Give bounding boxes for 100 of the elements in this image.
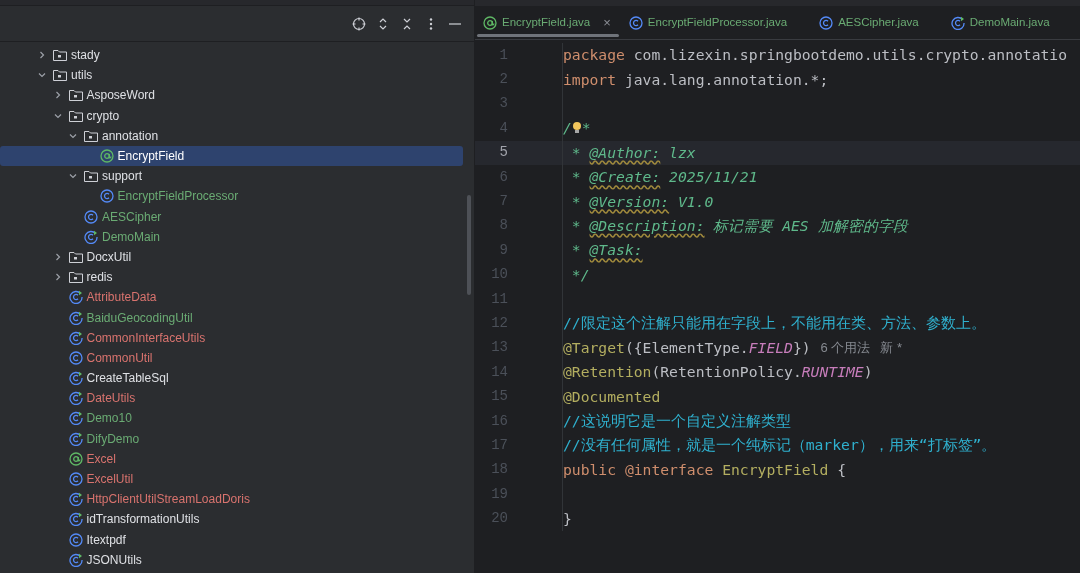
code-token: ) (863, 362, 873, 383)
tree-item-label: idTransformationUtils (86, 511, 200, 529)
editor-tab[interactable]: AESCipher.java (811, 6, 943, 39)
at-sign-icon (483, 15, 497, 30)
tree-row[interactable]: Itextpdf (0, 529, 474, 550)
tree-row[interactable]: stady (0, 45, 474, 66)
tree-item-label: annotation (102, 127, 159, 145)
runnable-class-icon (68, 411, 83, 426)
tree-item-label: BaiduGeocodingUtil (86, 309, 193, 327)
code-token: * (570, 215, 582, 236)
code-token: 2025/11/21 (668, 167, 758, 188)
tree-row[interactable]: redis (0, 267, 474, 288)
tree-item-label: Demo10 (86, 410, 132, 428)
code-token: //没有任何属性，就是一个纯标记（marker），用来“打标签”。 (563, 435, 997, 456)
at-sign-icon (68, 451, 83, 466)
code-token: package (563, 45, 625, 66)
at-sign-icon (99, 149, 114, 164)
tree-row[interactable]: ExcelUtil (0, 468, 474, 490)
tree-row[interactable]: idTransformationUtils (0, 509, 474, 530)
tree-row[interactable]: annotation (0, 125, 474, 146)
editor-tab[interactable]: EncryptFieldProcessor.java (620, 6, 812, 39)
tree-row[interactable]: JSONUtils (0, 549, 474, 570)
class-icon (99, 189, 114, 204)
runnable-class-icon (68, 290, 83, 305)
code-token: V1.0 (676, 191, 714, 212)
folder-icon (68, 89, 83, 102)
tree-item-label: redis (86, 269, 113, 287)
tree-row[interactable]: AsposeWord (0, 85, 474, 106)
tree-row[interactable]: AttributeData (0, 287, 474, 308)
folder-icon (53, 69, 67, 82)
code-token: }) (792, 337, 811, 358)
runnable-class-icon (950, 15, 965, 30)
runnable-class-icon (68, 330, 83, 345)
code-token: ({ElementType. (624, 337, 749, 358)
tree-row[interactable]: DifyDemo (0, 428, 474, 449)
code-token: 标记需要 AES 加解密的字段 (712, 215, 908, 236)
tree-row[interactable]: HttpClientUtilStreamLoadDoris (0, 489, 474, 510)
lightbulb-icon[interactable] (571, 121, 582, 136)
code-token: { (836, 459, 846, 480)
runnable-class-icon (68, 371, 83, 386)
code-token: @Description: (589, 215, 705, 236)
line-number: 5 (498, 143, 508, 163)
code-token: //这说明它是一个自定义注解类型 (563, 411, 791, 432)
tree-row[interactable]: crypto (0, 105, 474, 126)
code-token: //限定这个注解只能用在字段上，不能用在类、方法、参数上。 (563, 313, 986, 334)
editor-tab[interactable]: EncryptField.java × (475, 6, 621, 39)
runnable-class-icon (68, 391, 83, 406)
tree-row[interactable]: EncryptFieldProcessor (0, 186, 474, 207)
tree-row[interactable]: CreateTableSql (0, 368, 474, 389)
folder-icon (68, 109, 83, 122)
tree-row[interactable]: DocxUtil (0, 246, 474, 268)
code-token: * (570, 167, 582, 188)
usage-hint: 6 个用法 (820, 339, 871, 358)
tree-row[interactable]: AESCipher (0, 206, 474, 227)
folder-icon (84, 170, 98, 183)
folder-icon (68, 250, 83, 263)
usage-hint: 新 * (880, 339, 903, 358)
code-token: @Target (563, 337, 625, 358)
close-icon[interactable]: × (603, 12, 611, 33)
code-token: public (563, 459, 617, 480)
tree-item-label: AsposeWord (86, 87, 155, 105)
tree-row[interactable]: DateUtils (0, 388, 474, 409)
tree-row[interactable]: DemoMain (0, 226, 474, 247)
code-token: @Retention (563, 362, 652, 383)
tree-row[interactable]: utils (0, 65, 474, 86)
tree-row[interactable]: CommonUtil (0, 347, 474, 368)
code-token: (RetentionPolicy. (651, 362, 802, 383)
runnable-class-icon (84, 229, 98, 244)
tree-item-label: CommonUtil (86, 349, 153, 367)
tree-item-label: EncryptFieldProcessor (117, 188, 239, 206)
editor-tab[interactable]: DemoMain.java (942, 6, 1074, 39)
code-token: EncryptField (721, 459, 829, 480)
tree-item-label: DocxUtil (86, 248, 132, 266)
code-token: / (563, 118, 572, 139)
tree-item-label: Itextpdf (86, 531, 126, 549)
tree-item-label: JSONUtils (86, 551, 142, 569)
tree-item-label: DemoMain (102, 228, 161, 246)
chevron-right-icon[interactable] (37, 50, 47, 61)
runnable-class-icon (68, 431, 83, 446)
scrollbar-thumb[interactable] (467, 195, 471, 295)
code-token: * (581, 118, 591, 139)
code-token: FIELD (748, 337, 793, 358)
tree-item-label: stady (71, 47, 100, 65)
tree-row[interactable]: CommonInterfaceUtils (0, 327, 474, 348)
tree-row[interactable]: Excel (0, 448, 474, 469)
tree-item-label: Excel (86, 450, 116, 468)
tree-row[interactable]: support (0, 166, 474, 187)
code-token: @interface (623, 459, 714, 480)
code-token: * (570, 191, 582, 212)
code-token: @Version: (589, 191, 670, 212)
tree-row[interactable]: Demo10 (0, 408, 474, 429)
tree-item-label: ExcelUtil (86, 471, 134, 489)
tree-item-label: HttpClientUtilStreamLoadDoris (86, 491, 250, 509)
folder-icon (68, 271, 83, 284)
tree-row[interactable]: BaiduGeocodingUtil (0, 307, 474, 328)
crosshair-icon[interactable] (352, 16, 366, 31)
tree-row[interactable]: EncryptField (0, 145, 463, 167)
runnable-class-icon (68, 512, 83, 527)
folder-icon (84, 129, 98, 142)
class-icon (68, 472, 83, 487)
